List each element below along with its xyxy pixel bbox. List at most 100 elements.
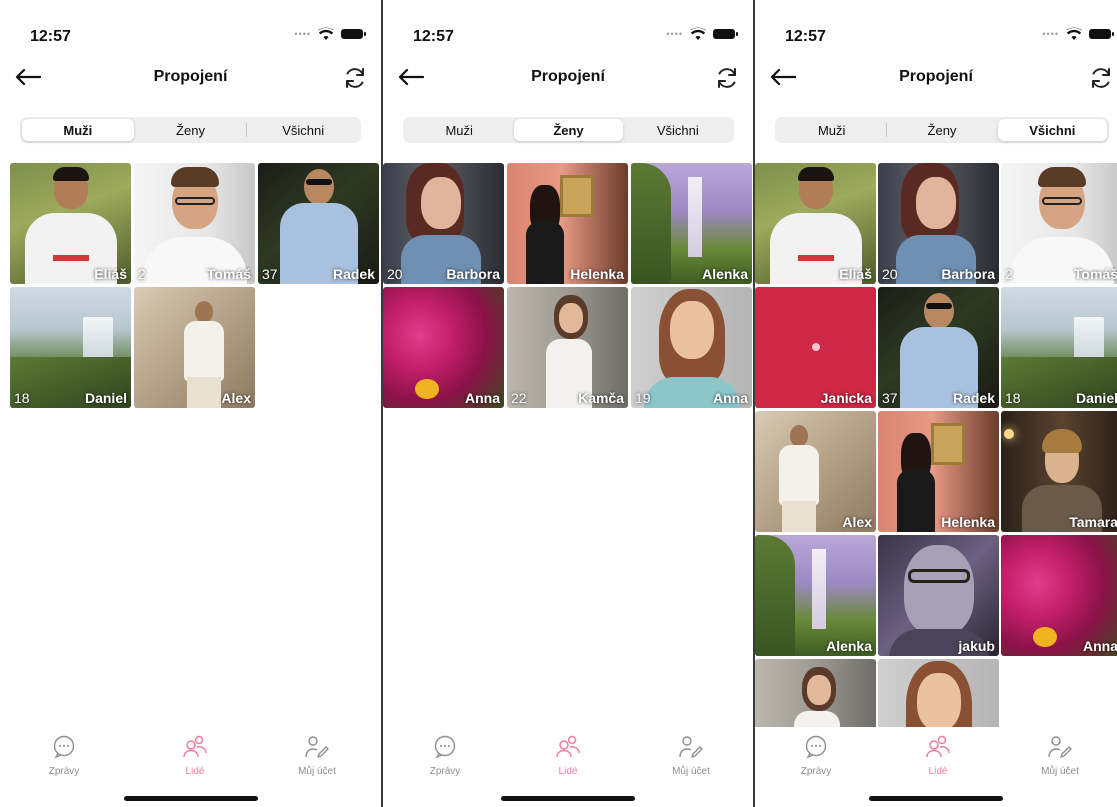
person-tile[interactable]: Anna	[383, 287, 504, 408]
person-name: Janicka	[820, 390, 872, 406]
signal-icon: ••••	[294, 29, 311, 39]
people-icon	[926, 735, 950, 758]
person-tile[interactable]: Alenka	[631, 163, 752, 284]
person-name: Barbora	[446, 266, 500, 282]
person-tile[interactable]: 18 Daniel	[10, 287, 131, 408]
segment-women[interactable]: Ženy	[887, 119, 996, 141]
segment-women[interactable]: Ženy	[514, 119, 623, 141]
signal-icon: ••••	[666, 29, 683, 39]
person-name: Tomáš	[1073, 266, 1117, 282]
person-tile[interactable]: Janicka	[755, 287, 876, 408]
person-tile[interactable]: 2 Tomáš	[1001, 163, 1117, 284]
person-age: 2	[138, 266, 146, 282]
status-icons: ••••	[1042, 27, 1114, 41]
person-tile[interactable]: Helenka	[878, 411, 999, 532]
gender-segmented-control: Muži Ženy Všichni	[20, 117, 361, 143]
segment-all[interactable]: Všichni	[624, 119, 732, 141]
wifi-icon	[1065, 27, 1083, 40]
tab-account[interactable]: Můj účet	[656, 735, 726, 777]
status-time: 12:57	[30, 28, 71, 45]
person-tile[interactable]: 37 Radek	[878, 287, 999, 408]
person-tile[interactable]: 20 Barbora	[878, 163, 999, 284]
person-tile[interactable]: Alex	[134, 287, 255, 408]
refresh-icon	[1092, 68, 1110, 88]
person-name: Eliáš	[94, 266, 127, 282]
status-icons: ••••	[666, 27, 738, 41]
person-tile[interactable]: 37 Radek	[258, 163, 379, 284]
gender-segmented-control: Muži Ženy Všichni	[775, 117, 1109, 143]
person-name: Barbora	[941, 266, 995, 282]
refresh-icon	[718, 68, 736, 88]
tab-bar: Zprávy Lidé Můj účet	[755, 727, 1117, 807]
battery-icon	[341, 29, 366, 39]
person-tile[interactable]: 19 Anna	[631, 287, 752, 408]
person-tile[interactable]: jakub	[878, 535, 999, 656]
tab-people-label: Lidé	[558, 766, 578, 777]
person-tile[interactable]: Anna	[1001, 535, 1117, 656]
person-age: 37	[262, 266, 278, 282]
person-name: Radek	[952, 390, 995, 406]
person-name: Kamča	[578, 390, 624, 406]
gender-segmented-control: Muži Ženy Všichni	[403, 117, 734, 143]
person-tile[interactable]: Eliáš	[755, 163, 876, 284]
user-edit-icon	[679, 736, 703, 758]
person-tile[interactable]	[755, 659, 876, 733]
segment-all[interactable]: Všichni	[997, 119, 1107, 141]
person-name: Alex	[842, 514, 872, 530]
person-age: 22	[511, 390, 527, 406]
person-tile[interactable]: Helenka	[507, 163, 628, 284]
person-name: Tomáš	[206, 266, 251, 282]
tab-people[interactable]: Lidé	[533, 735, 603, 777]
chat-bubble-icon	[805, 735, 827, 759]
people-icon	[183, 735, 207, 758]
refresh-button[interactable]	[711, 62, 743, 94]
person-name: Anna	[465, 390, 500, 406]
tab-messages-label: Zprávy	[48, 766, 80, 777]
person-name: Tamara	[1069, 514, 1117, 530]
status-icons: ••••	[294, 27, 366, 41]
tab-bar: Zprávy Lidé Můj účet	[383, 727, 753, 807]
segment-women[interactable]: Ženy	[135, 119, 247, 141]
user-edit-icon	[305, 736, 329, 758]
person-name: Alenka	[826, 638, 872, 654]
tab-account[interactable]: Můj účet	[282, 735, 352, 777]
tab-people-label: Lidé	[928, 766, 948, 777]
tab-messages[interactable]: Zprávy	[29, 735, 99, 777]
refresh-button[interactable]	[1085, 62, 1117, 94]
person-name: Eliáš	[839, 266, 872, 282]
person-tile[interactable]: Tamara	[1001, 411, 1117, 532]
chat-bubble-icon	[53, 735, 75, 759]
person-tile[interactable]: Alex	[755, 411, 876, 532]
person-tile[interactable]: 20 Barbora	[383, 163, 504, 284]
status-time: 12:57	[785, 28, 826, 45]
tab-messages-label: Zprávy	[429, 766, 461, 777]
person-tile[interactable]: 2 Tomáš	[134, 163, 255, 284]
segment-men[interactable]: Muži	[777, 119, 886, 141]
tab-account[interactable]: Můj účet	[1025, 735, 1095, 777]
person-tile[interactable]: Eliáš	[10, 163, 131, 284]
tab-messages-label: Zprávy	[800, 766, 832, 777]
person-age: 2	[1005, 266, 1013, 282]
segment-men[interactable]: Muži	[22, 119, 134, 141]
person-tile[interactable]: 22 Kamča	[507, 287, 628, 408]
user-edit-icon	[1048, 736, 1072, 758]
person-name: Anna	[1083, 638, 1117, 654]
page-title: Propojení	[531, 68, 605, 85]
segment-all[interactable]: Všichni	[247, 119, 359, 141]
segment-men[interactable]: Muži	[405, 119, 513, 141]
tab-bar: Zprávy Lidé Můj účet	[0, 727, 381, 807]
home-indicator	[501, 796, 635, 801]
tab-messages[interactable]: Zprávy	[781, 735, 851, 777]
screen-all: 12:57 •••• Propojení Muži Ženy Všichni E…	[755, 0, 1117, 807]
signal-icon: ••••	[1042, 29, 1059, 39]
person-tile[interactable]: Alenka	[755, 535, 876, 656]
tab-messages[interactable]: Zprávy	[410, 735, 480, 777]
tab-people[interactable]: Lidé	[903, 735, 973, 777]
person-age: 20	[882, 266, 898, 282]
person-tile[interactable]	[878, 659, 999, 733]
tab-account-label: Můj účet	[672, 766, 710, 777]
person-age: 19	[635, 390, 651, 406]
person-tile[interactable]: 18 Daniel	[1001, 287, 1117, 408]
tab-people[interactable]: Lidé	[160, 735, 230, 777]
refresh-button[interactable]	[339, 62, 371, 94]
